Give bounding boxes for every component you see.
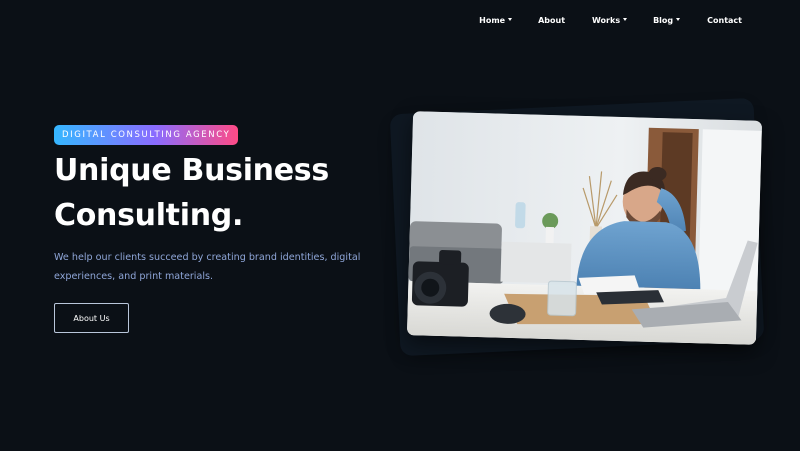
- caret-down-icon: [623, 18, 628, 21]
- caret-down-icon: [508, 18, 513, 21]
- page: Home About Works Blog Contact DIGITAL CO…: [0, 0, 800, 451]
- headline-line-1: Unique Business: [54, 153, 329, 188]
- nav-item-about[interactable]: About: [538, 16, 565, 25]
- main-nav: Home About Works Blog Contact: [479, 16, 742, 25]
- nav-item-label: About: [538, 16, 566, 25]
- hero-headline: Unique Business Consulting.: [54, 148, 374, 238]
- about-us-button[interactable]: About Us: [54, 303, 129, 333]
- nav-item-blog[interactable]: Blog: [653, 16, 681, 25]
- caret-down-icon: [676, 18, 681, 21]
- headline-line-2: Consulting.: [54, 198, 244, 233]
- nav-item-label: Works: [592, 16, 621, 25]
- nav-item-home[interactable]: Home: [479, 16, 513, 25]
- nav-item-contact[interactable]: Contact: [707, 16, 742, 25]
- agency-badge: DIGITAL CONSULTING AGENCY: [54, 125, 239, 145]
- nav-item-label: Home: [479, 16, 506, 25]
- nav-item-label: Blog: [653, 16, 674, 25]
- nav-item-label: Contact: [707, 16, 742, 25]
- nav-item-works[interactable]: Works: [592, 16, 628, 25]
- hero-subtext: We help our clients succeed by creating …: [54, 252, 361, 282]
- consultant-photo-illustration: [406, 111, 763, 345]
- consultant-photo: [406, 111, 763, 345]
